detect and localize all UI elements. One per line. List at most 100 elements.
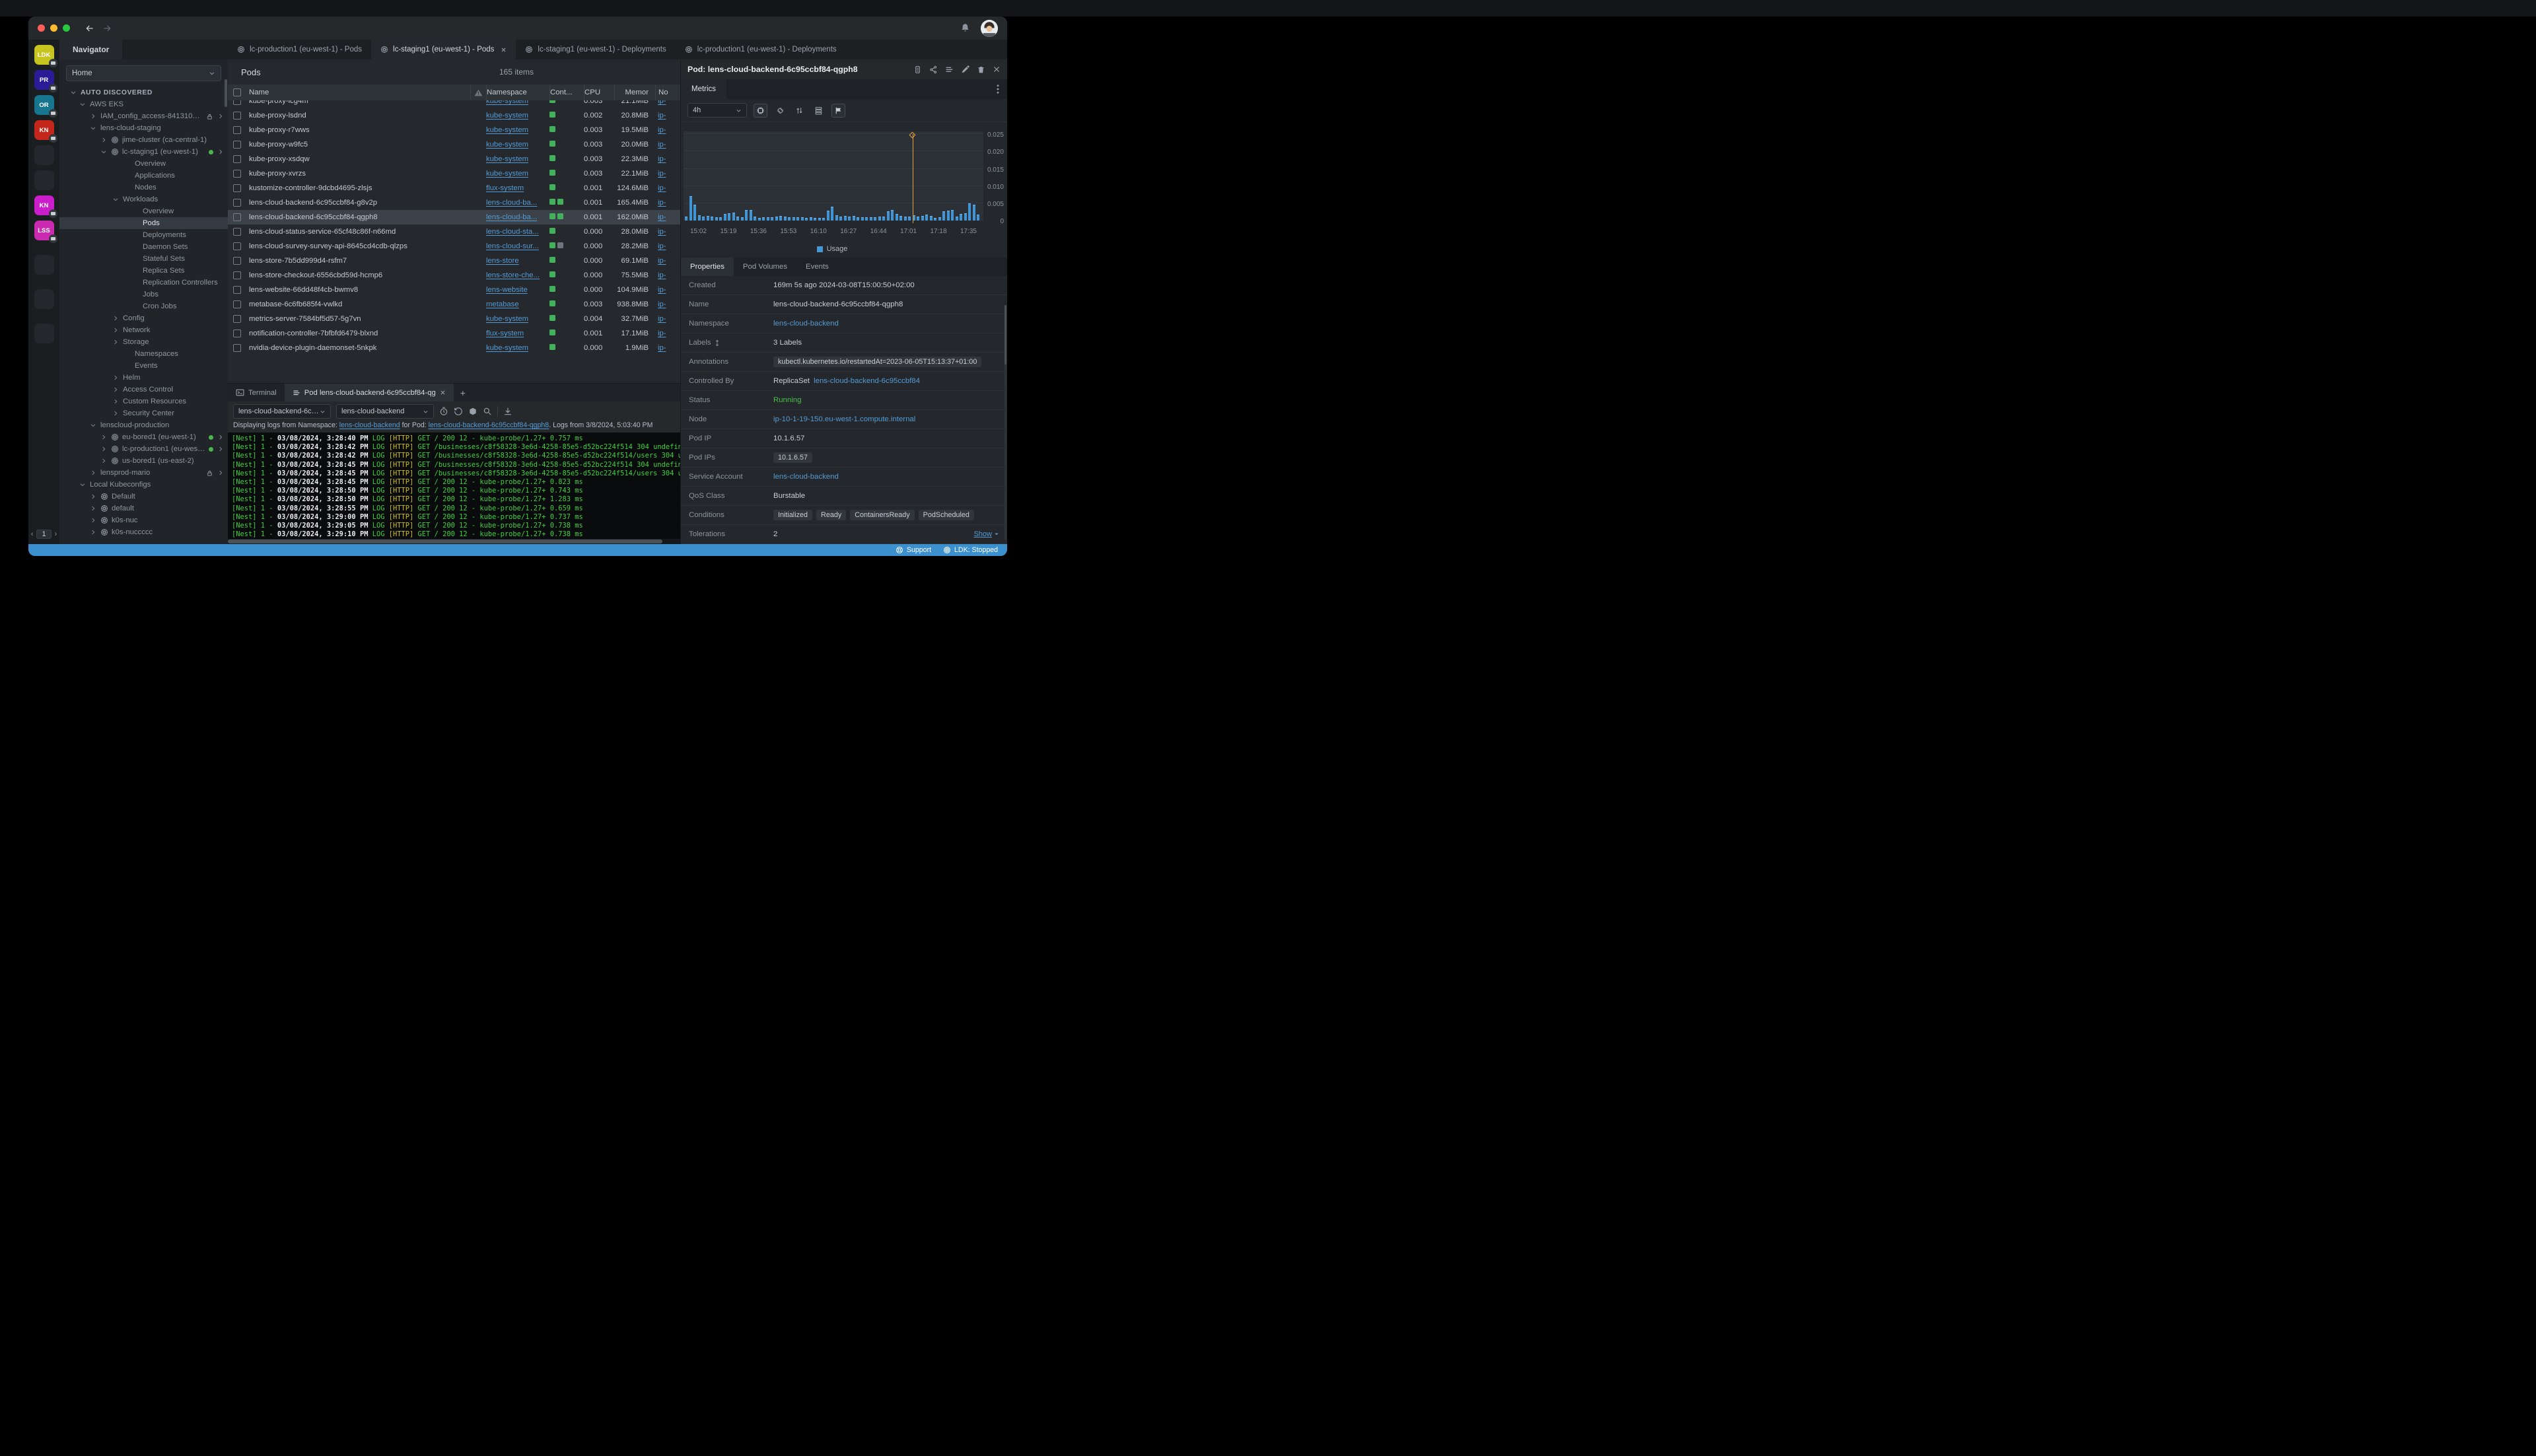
row-checkbox[interactable]: [233, 286, 241, 294]
sidebar-item-lc-production1-eu-west-1[interactable]: lc-production1 (eu-west-1): [59, 443, 228, 455]
warning-column-icon[interactable]: [470, 85, 486, 100]
row-checkbox[interactable]: [233, 100, 241, 105]
tab-metrics[interactable]: Metrics: [681, 79, 726, 99]
column-header-node[interactable]: No: [655, 85, 680, 100]
cluster-icon-kn[interactable]: KN: [34, 120, 54, 140]
namespace-link[interactable]: lens-store-che...: [486, 271, 540, 279]
delete-icon[interactable]: [977, 65, 985, 74]
row-checkbox[interactable]: [233, 199, 241, 207]
pod-row-nvidia-device-plugin-daemonset-5nkpk[interactable]: nvidia-device-plugin-daemonset-5nkpkkube…: [228, 341, 680, 355]
close-icon[interactable]: [993, 65, 1001, 73]
sidebar-item-default[interactable]: default: [59, 503, 228, 514]
namespace-link[interactable]: kube-system: [486, 315, 528, 323]
row-checkbox[interactable]: [233, 344, 241, 352]
network-metric-icon[interactable]: [793, 104, 806, 117]
column-header-containers[interactable]: Cont...: [549, 85, 584, 100]
show-tolerations-link[interactable]: Show: [973, 530, 999, 538]
terminal-tab[interactable]: Terminal: [228, 384, 285, 401]
sidebar-item-eu-bored1-eu-west-1[interactable]: eu-bored1 (eu-west-1): [59, 431, 228, 443]
forward-icon[interactable]: [102, 23, 112, 34]
tab-properties[interactable]: Properties: [681, 258, 734, 276]
cluster-icon-lss[interactable]: LSS: [34, 221, 54, 240]
namespace-link[interactable]: kube-system: [486, 100, 528, 105]
sidebar-item-workloads[interactable]: Workloads: [59, 193, 228, 205]
row-checkbox[interactable]: [233, 170, 241, 178]
node-link[interactable]: ip-: [658, 286, 666, 294]
sidebar-item-events[interactable]: Events: [59, 360, 228, 372]
node-link[interactable]: ip-: [658, 199, 666, 207]
pod-row-lens-cloud-backend-6c95ccbf84-qgph8[interactable]: lens-cloud-backend-6c95ccbf84-qgph8lens-…: [228, 210, 680, 225]
tab-lc-production1-eu-west-1-deployments[interactable]: lc-production1 (eu-west-1) - Deployments: [676, 40, 846, 59]
expand-arrow-icon[interactable]: [217, 446, 224, 452]
edit-icon[interactable]: [961, 65, 969, 74]
pod-evict-icon[interactable]: [913, 65, 922, 74]
node-link[interactable]: ip-: [658, 271, 666, 279]
pod-row-kube-proxy-xsdqw[interactable]: kube-proxy-xsdqwkube-system0.00322.3MiBi…: [228, 152, 680, 166]
pod-row-kube-proxy-xvrzs[interactable]: kube-proxy-xvrzskube-system0.00322.1MiBi…: [228, 166, 680, 181]
logs-horizontal-scrollbar[interactable]: [228, 539, 680, 544]
column-header-name[interactable]: Name: [246, 88, 470, 96]
pod-row-kube-proxy-lsdnd[interactable]: kube-proxy-lsdndkube-system0.00220.8MiBi…: [228, 108, 680, 123]
tab-lc-production1-eu-west-1-pods[interactable]: lc-production1 (eu-west-1) - Pods: [228, 40, 371, 59]
sidebar-item-cron-jobs[interactable]: Cron Jobs: [59, 300, 228, 312]
sidebar-item-nodes[interactable]: Nodes: [59, 182, 228, 193]
sidebar-item-overview[interactable]: Overview: [59, 158, 228, 170]
node-link[interactable]: ip-: [658, 315, 666, 323]
namespace-link[interactable]: lens-cloud-sur...: [486, 242, 539, 250]
node-link[interactable]: ip-: [658, 300, 666, 308]
property-value-link[interactable]: ip-10-1-19-150.eu-west-1.compute.interna…: [773, 415, 915, 423]
cluster-icon-kn[interactable]: KN: [34, 195, 54, 215]
sidebar-item-replica-sets[interactable]: Replica Sets: [59, 265, 228, 277]
sidebar-item-aws-eks[interactable]: AWS EKS: [59, 98, 228, 110]
node-link[interactable]: ip-: [658, 329, 666, 337]
row-checkbox[interactable]: [233, 271, 241, 279]
sidebar-item-overview[interactable]: Overview: [59, 205, 228, 217]
sidebar-item-lensprod-mario[interactable]: lensprod-mario: [59, 467, 228, 479]
node-link[interactable]: ip-: [658, 112, 666, 120]
sidebar-item-pods[interactable]: Pods: [59, 217, 228, 229]
sort-icon[interactable]: [715, 339, 720, 347]
node-link[interactable]: ip-: [658, 126, 666, 134]
minimize-window-button[interactable]: [50, 24, 57, 32]
namespace-link[interactable]: flux-system: [486, 184, 524, 192]
pod-row-lens-cloud-survey-survey-api-8645cd4cdb-qlzps[interactable]: lens-cloud-survey-survey-api-8645cd4cdb-…: [228, 239, 680, 254]
pod-row-lens-cloud-backend-6c95ccbf84-g8v2p[interactable]: lens-cloud-backend-6c95ccbf84-g8v2plens-…: [228, 195, 680, 210]
sidebar-item-auto-discovered[interactable]: AUTO DISCOVERED: [59, 87, 228, 98]
close-tab-icon[interactable]: [501, 47, 507, 53]
namespace-link[interactable]: kube-system: [486, 170, 528, 178]
pod-row-lens-website-66dd48f4cb-bwmv8[interactable]: lens-website-66dd48f4cb-bwmv8lens-websit…: [228, 283, 680, 297]
column-header-memory[interactable]: Memor: [614, 85, 655, 100]
navigator-scrollbar[interactable]: [225, 79, 227, 107]
pod-row-kube-proxy-r7wws[interactable]: kube-proxy-r7wwskube-system0.00319.5MiBi…: [228, 123, 680, 137]
pod-row-kube-proxy-lcg4m[interactable]: kube-proxy-lcg4mkube-system0.00321.1MiBi…: [228, 100, 680, 108]
tab-lc-staging1-eu-west-1-deployments[interactable]: lc-staging1 (eu-west-1) - Deployments: [516, 40, 675, 59]
node-link[interactable]: ip-: [658, 228, 666, 236]
log-info-link[interactable]: lens-cloud-backend-6c95ccbf84-qgph8: [429, 421, 549, 429]
user-avatar[interactable]: [981, 20, 998, 37]
namespace-link[interactable]: lens-cloud-sta...: [486, 228, 539, 236]
cluster-icon-pr[interactable]: PR: [34, 70, 54, 90]
pod-row-lens-store-7b5dd999d4-rsfm7[interactable]: lens-store-7b5dd999d4-rsfm7lens-store0.0…: [228, 254, 680, 268]
node-link[interactable]: ip-: [658, 213, 666, 221]
expand-arrow-icon[interactable]: [217, 113, 224, 120]
tab-lc-staging1-eu-west-1-pods[interactable]: lc-staging1 (eu-west-1) - Pods: [371, 40, 516, 59]
expand-arrow-icon[interactable]: [217, 434, 224, 440]
previous-logs-icon[interactable]: [454, 407, 463, 416]
row-checkbox[interactable]: [233, 228, 241, 236]
pod-logs-icon[interactable]: [945, 65, 954, 74]
column-header-cpu[interactable]: CPU: [584, 85, 614, 100]
property-value-link[interactable]: lens-cloud-backend: [773, 473, 839, 481]
row-checkbox[interactable]: [233, 126, 241, 134]
sidebar-item-k0s-nuc[interactable]: k0s-nuc: [59, 514, 228, 526]
node-link[interactable]: ip-: [658, 344, 666, 352]
metrics-menu-icon[interactable]: [997, 79, 1007, 99]
sidebar-item-iam-config-access-841310725496[interactable]: IAM_config_access-841310725496: [59, 110, 228, 122]
sidebar-item-replication-controllers[interactable]: Replication Controllers: [59, 277, 228, 289]
namespace-link[interactable]: lens-store: [486, 257, 519, 265]
pod-row-kustomize-controller-9dcbd4695-zlsjs[interactable]: kustomize-controller-9dcbd4695-zlsjsflux…: [228, 181, 680, 195]
search-icon[interactable]: [483, 407, 492, 416]
pod-logs-tab[interactable]: Pod lens-cloud-backend-6c95ccbf84-qg: [285, 384, 454, 401]
sidebar-item-daemon-sets[interactable]: Daemon Sets: [59, 241, 228, 253]
tab-events[interactable]: Events: [796, 258, 838, 276]
namespace-link[interactable]: kube-system: [486, 126, 528, 134]
